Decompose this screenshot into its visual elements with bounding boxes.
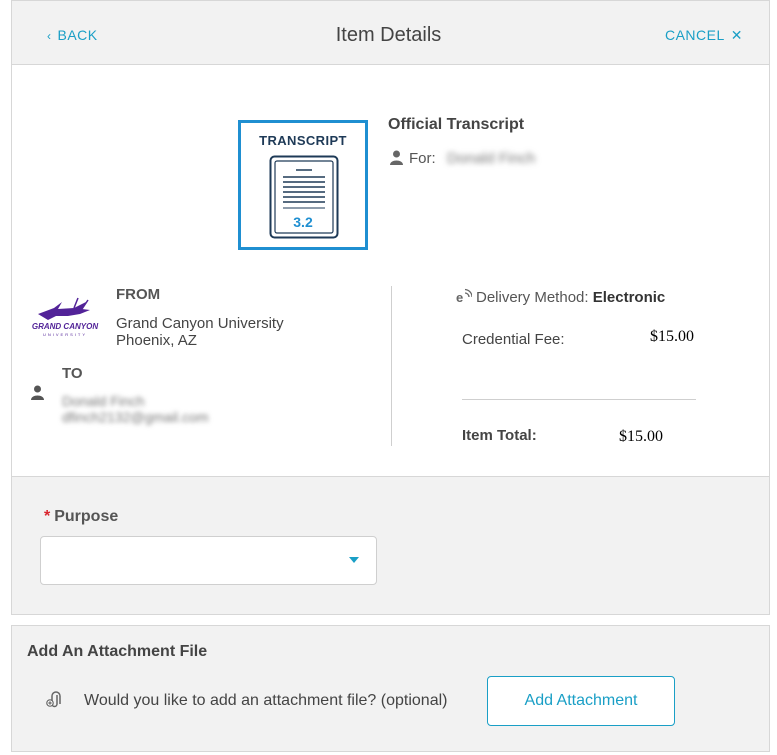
item-title: Official Transcript xyxy=(388,116,525,133)
add-attachment-button[interactable]: Add Attachment xyxy=(487,676,675,726)
purpose-label-text: Purpose xyxy=(54,508,119,525)
required-mark: * xyxy=(44,508,51,525)
item-total-label: Item Total: xyxy=(462,427,537,444)
to-label: TO xyxy=(62,365,83,382)
credential-fee-label: Credential Fee: xyxy=(462,331,565,348)
for-label: For: xyxy=(409,150,436,167)
delivery-value: Electronic xyxy=(592,289,666,306)
page-title: Item Details xyxy=(335,24,442,46)
fee-divider xyxy=(462,399,696,400)
paperclip-icon xyxy=(46,691,61,708)
electronic-delivery-icon: e xyxy=(456,288,472,304)
from-label: FROM xyxy=(116,286,161,303)
user-icon xyxy=(390,150,403,165)
doc-badge-label: TRANSCRIPT xyxy=(259,133,347,148)
credential-fee-value: $15.00 xyxy=(650,328,694,345)
item-total-value: $15.00 xyxy=(619,428,663,445)
vertical-divider xyxy=(391,286,392,446)
transcript-document-icon: TRANSCRIPT 3.2 xyxy=(238,120,368,250)
to-name-redacted: Donald Finch xyxy=(62,393,145,409)
cancel-button[interactable]: CANCEL ✕ xyxy=(665,27,743,44)
logo-subtext: UNIVERSITY xyxy=(43,332,87,337)
university-logo: GRAND CANYON UNIVERSITY xyxy=(32,297,98,337)
delivery-method: Delivery Method: Electronic xyxy=(476,289,665,306)
school-location: Phoenix, AZ xyxy=(116,332,197,349)
attachment-title: Add An Attachment File xyxy=(27,643,208,660)
purpose-select[interactable] xyxy=(40,536,377,585)
purpose-label: * Purpose xyxy=(44,508,118,526)
cancel-label: CANCEL xyxy=(664,27,725,43)
doc-version: 3.2 xyxy=(293,214,313,230)
chevron-down-icon xyxy=(349,557,359,563)
for-row: For: xyxy=(390,150,436,167)
user-icon xyxy=(31,385,44,400)
logo-text: GRAND CANYON xyxy=(32,322,98,331)
svg-text:e: e xyxy=(456,290,463,304)
school-name: Grand Canyon University xyxy=(116,315,284,332)
recipient-name-redacted: Donald Finch xyxy=(447,150,536,167)
close-icon: ✕ xyxy=(730,27,743,43)
to-email-redacted: dfinch2132@gmail.com xyxy=(62,409,209,425)
attachment-question: Would you like to add an attachment file… xyxy=(84,692,448,709)
delivery-label: Delivery Method: xyxy=(476,289,589,306)
